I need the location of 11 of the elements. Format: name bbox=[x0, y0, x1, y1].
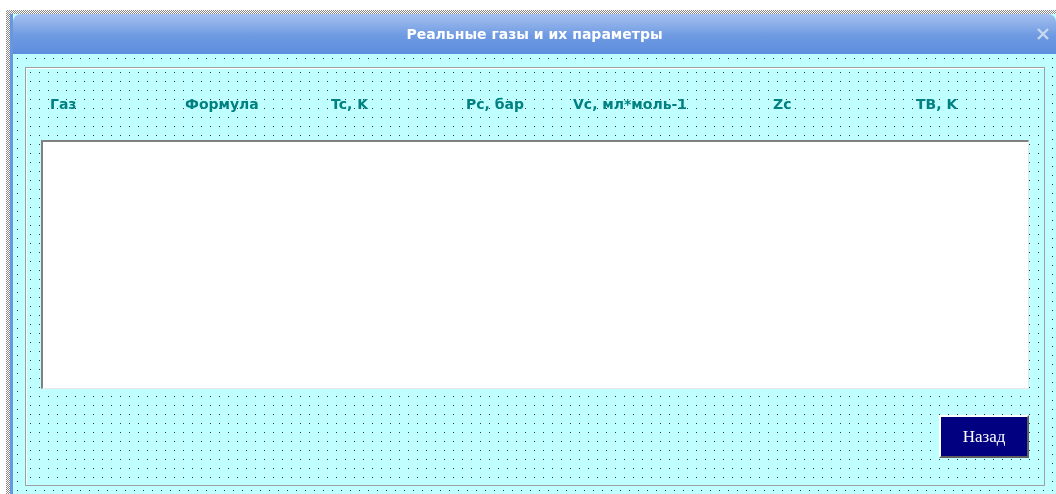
column-label: Pc, бар bbox=[466, 96, 525, 112]
back-button[interactable]: Назад bbox=[939, 415, 1029, 458]
column-label: Tc, K bbox=[331, 96, 370, 112]
close-icon[interactable] bbox=[1036, 27, 1050, 41]
column-label: Формула bbox=[185, 96, 260, 112]
column-label: TB, K bbox=[916, 96, 959, 112]
selection-frame[interactable]: Реальные газы и их параметры Газ Формула Tc, K Pc, бар Vc, мл*моль-1 Zc TB, K Назад bbox=[6, 10, 1056, 494]
column-label: Газ bbox=[50, 96, 78, 112]
window-title: Реальные газы и их параметры bbox=[406, 26, 663, 42]
column-label: Vc, мл*моль-1 bbox=[573, 96, 689, 112]
column-label: Zc bbox=[773, 96, 793, 112]
